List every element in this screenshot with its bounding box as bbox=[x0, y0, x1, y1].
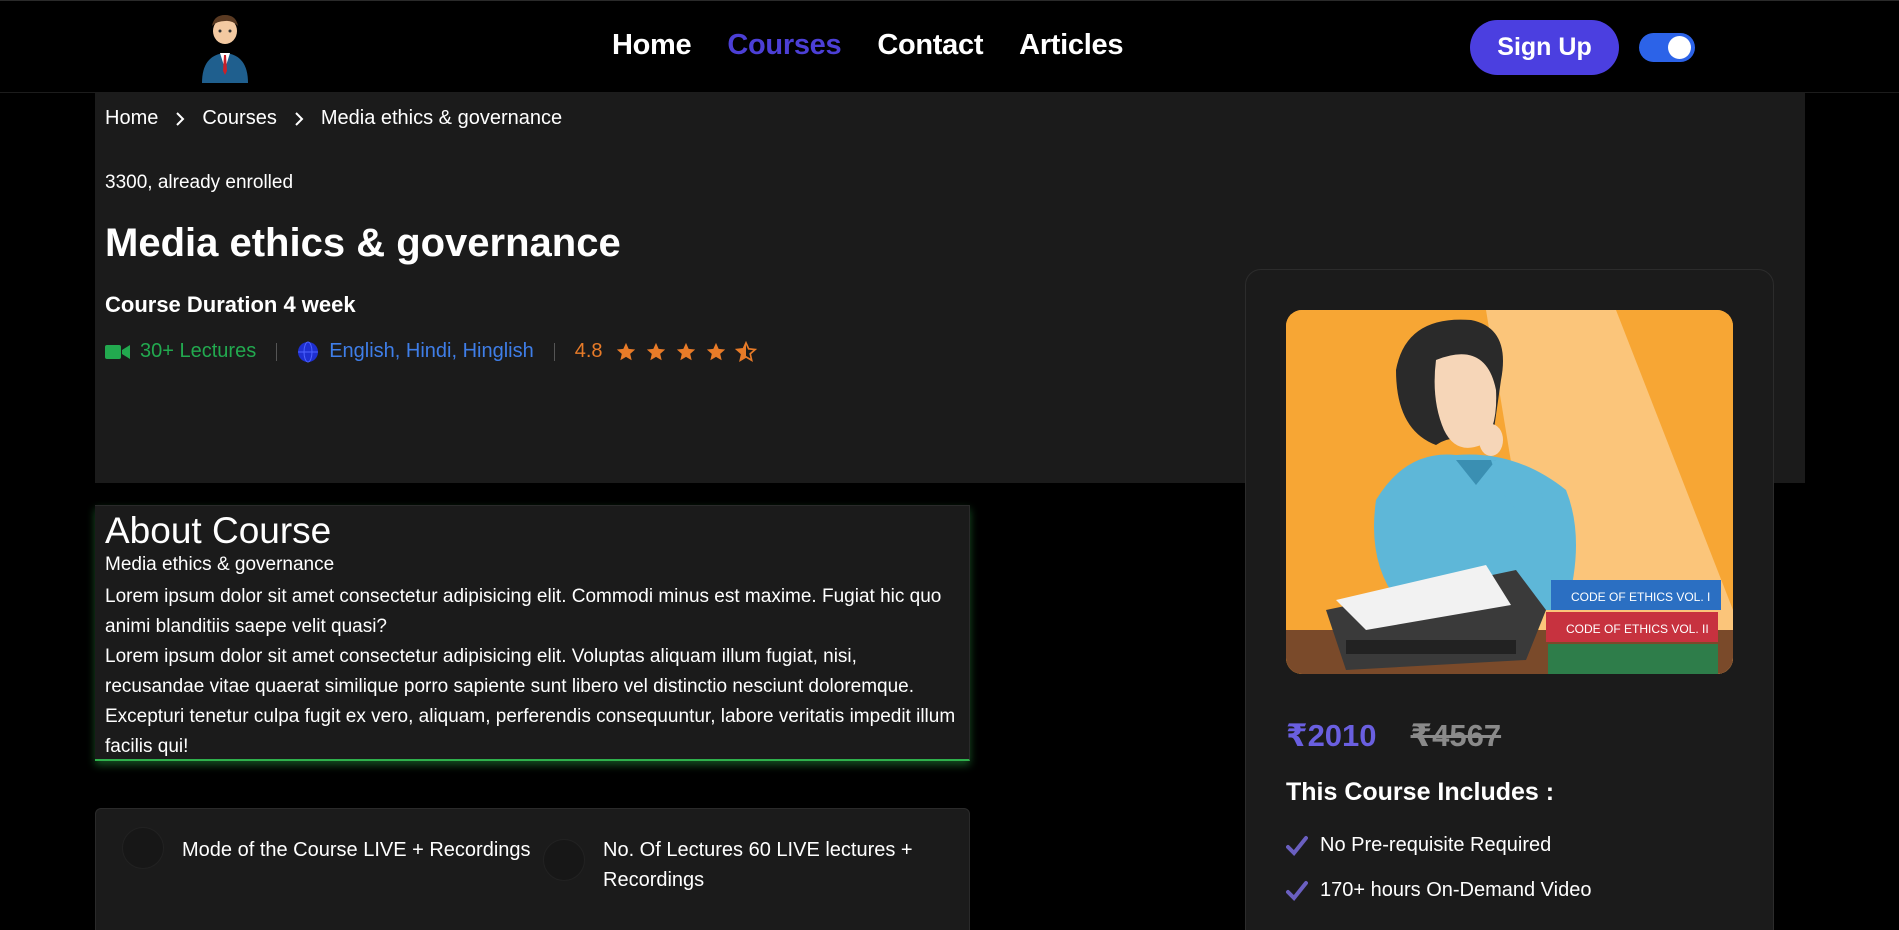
list-item: 170+ hours On-Demand Video bbox=[1286, 868, 1591, 913]
languages-info: English, Hindi, Hinglish bbox=[297, 340, 534, 363]
chevron-right-icon bbox=[176, 111, 185, 126]
navbar: Home Courses Contact Articles Sign Up bbox=[0, 0, 1899, 93]
check-icon bbox=[1286, 835, 1308, 856]
breadcrumb-courses[interactable]: Courses bbox=[202, 107, 276, 130]
breadcrumb-current: Media ethics & governance bbox=[320, 107, 563, 129]
include-label: No Pre-requisite Required bbox=[1320, 834, 1552, 856]
nav-home[interactable]: Home bbox=[612, 29, 692, 62]
include-label: 170+ hours On-Demand Video bbox=[1320, 879, 1592, 901]
rating-stars bbox=[615, 340, 757, 363]
about-paragraph-1: Lorem ipsum dolor sit amet consectetur a… bbox=[105, 586, 942, 637]
lecture-count-info: No. Of Lectures 60 LIVE lectures + Recor… bbox=[543, 835, 943, 895]
svg-text:CODE OF ETHICS VOL. II: CODE OF ETHICS VOL. II bbox=[1566, 622, 1709, 636]
lectures-icon bbox=[543, 839, 585, 881]
pricing-card: CODE OF ETHICS VOL. I CODE OF ETHICS VOL… bbox=[1245, 269, 1774, 930]
page-title: Media ethics & governance bbox=[105, 221, 621, 265]
enrolled-count: 3300, already enrolled bbox=[105, 172, 294, 193]
star-icon bbox=[676, 342, 695, 360]
list-item: No Pre-requisite Required bbox=[1286, 823, 1591, 868]
about-subtitle: Media ethics & governance bbox=[105, 554, 335, 575]
check-icon bbox=[1286, 880, 1308, 901]
current-price: ₹2010 bbox=[1286, 718, 1377, 753]
rating-value: 4.8 bbox=[574, 340, 603, 362]
star-half-icon bbox=[734, 340, 757, 362]
video-icon bbox=[105, 344, 130, 359]
mode-icon bbox=[122, 827, 164, 869]
star-icon bbox=[646, 342, 665, 360]
nav-contact[interactable]: Contact bbox=[877, 29, 983, 62]
about-paragraph-2: Lorem ipsum dolor sit amet consectetur a… bbox=[105, 646, 956, 757]
globe-icon bbox=[298, 341, 319, 362]
meta-divider bbox=[553, 342, 555, 361]
star-icon bbox=[616, 342, 635, 360]
star-icon bbox=[706, 342, 725, 360]
includes-title: This Course Includes : bbox=[1286, 778, 1555, 806]
nav-courses[interactable]: Courses bbox=[727, 29, 841, 62]
course-thumbnail: CODE OF ETHICS VOL. I CODE OF ETHICS VOL… bbox=[1286, 310, 1733, 674]
course-duration: Course Duration 4 week bbox=[105, 292, 356, 317]
logo-avatar[interactable] bbox=[196, 9, 254, 83]
lectures-info: 30+ Lectures bbox=[105, 340, 256, 363]
lecture-count-label: No. Of Lectures 60 LIVE lectures + Recor… bbox=[603, 839, 913, 891]
languages-label: English, Hindi, Hinglish bbox=[329, 340, 534, 362]
original-price: ₹4567 bbox=[1410, 718, 1502, 753]
mode-info: Mode of the Course LIVE + Recordings bbox=[122, 827, 531, 869]
mode-label: Mode of the Course LIVE + Recordings bbox=[182, 839, 531, 861]
includes-list: No Pre-requisite Required 170+ hours On-… bbox=[1286, 823, 1591, 913]
lectures-label: 30+ Lectures bbox=[140, 340, 257, 362]
course-meta: 30+ Lectures English, Hindi, Hinglish 4.… bbox=[105, 340, 757, 363]
signup-button[interactable]: Sign Up bbox=[1470, 20, 1619, 75]
svg-text:CODE OF ETHICS VOL. I: CODE OF ETHICS VOL. I bbox=[1571, 590, 1710, 604]
nav-articles[interactable]: Articles bbox=[1019, 29, 1123, 62]
price-block: ₹2010 ₹4567 bbox=[1286, 718, 1501, 754]
chevron-right-icon bbox=[295, 111, 304, 126]
main-nav: Home Courses Contact Articles bbox=[612, 29, 1123, 62]
breadcrumb-home[interactable]: Home bbox=[105, 107, 158, 130]
course-illustration: CODE OF ETHICS VOL. I CODE OF ETHICS VOL… bbox=[1286, 310, 1733, 674]
books: CODE OF ETHICS VOL. I CODE OF ETHICS VOL… bbox=[1546, 580, 1721, 674]
about-course: About Course Media ethics & governance L… bbox=[95, 505, 970, 761]
about-heading: About Course bbox=[105, 510, 332, 551]
breadcrumb: Home Courses Media ethics & governance bbox=[105, 107, 562, 130]
theme-toggle[interactable] bbox=[1639, 33, 1695, 62]
rating-info: 4.8 bbox=[575, 340, 757, 363]
course-info-strip: Mode of the Course LIVE + Recordings No.… bbox=[95, 808, 970, 930]
meta-divider bbox=[276, 342, 278, 361]
toggle-knob bbox=[1668, 36, 1691, 59]
